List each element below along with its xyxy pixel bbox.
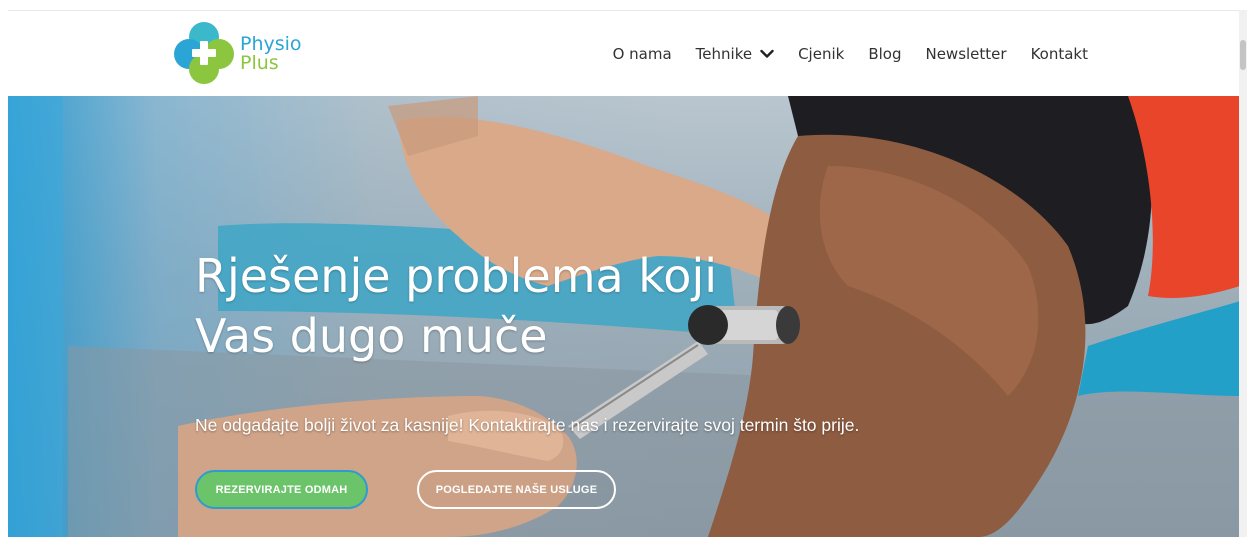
- site-header: Physio Plus O nama Tehnike Cjenik Blog N…: [8, 10, 1240, 96]
- nav-item-o-nama[interactable]: O nama: [613, 45, 672, 63]
- nav-item-label: O nama: [612, 45, 672, 63]
- nav-item-label: Newsletter: [925, 45, 1007, 63]
- hero-title-line2: Vas dugo muče: [195, 309, 548, 363]
- page-scrollbar[interactable]: [1239, 10, 1247, 537]
- hero-section: Rješenje problema koji Vas dugo muče Ne …: [8, 96, 1240, 537]
- nav-item-label: Tehnike: [695, 45, 753, 63]
- brand-logo[interactable]: Physio Plus: [172, 21, 332, 85]
- nav-item-label: Kontakt: [1030, 45, 1088, 63]
- hero-title-line1: Rješenje problema koji: [195, 249, 718, 303]
- chevron-down-icon: [760, 49, 774, 58]
- nav-item-label: Blog: [868, 45, 902, 63]
- page: Physio Plus O nama Tehnike Cjenik Blog N…: [0, 0, 1247, 537]
- main-nav: O nama Tehnike Cjenik Blog Newsletter Ko…: [589, 11, 1088, 97]
- hero-subtitle: Ne odgađajte bolji život za kasnije! Kon…: [195, 415, 860, 435]
- view-services-button[interactable]: POGLEDAJTE NAŠE USLUGE: [417, 470, 616, 509]
- nav-item-cjenik[interactable]: Cjenik: [798, 45, 844, 63]
- brand-name-line2: Plus: [240, 52, 279, 74]
- nav-item-blog[interactable]: Blog: [868, 45, 901, 63]
- physio-plus-logo-icon: [174, 22, 234, 84]
- nav-item-label: Cjenik: [798, 45, 845, 63]
- brand-name: Physio Plus: [240, 35, 302, 73]
- nav-item-tehnike[interactable]: Tehnike: [696, 45, 774, 63]
- nav-item-kontakt[interactable]: Kontakt: [1031, 45, 1088, 63]
- scrollbar-thumb[interactable]: [1240, 40, 1246, 70]
- nav-item-newsletter[interactable]: Newsletter: [925, 45, 1006, 63]
- book-now-button[interactable]: REZERVIRAJTE ODMAH: [195, 470, 368, 509]
- hero-title: Rješenje problema koji Vas dugo muče: [195, 246, 815, 366]
